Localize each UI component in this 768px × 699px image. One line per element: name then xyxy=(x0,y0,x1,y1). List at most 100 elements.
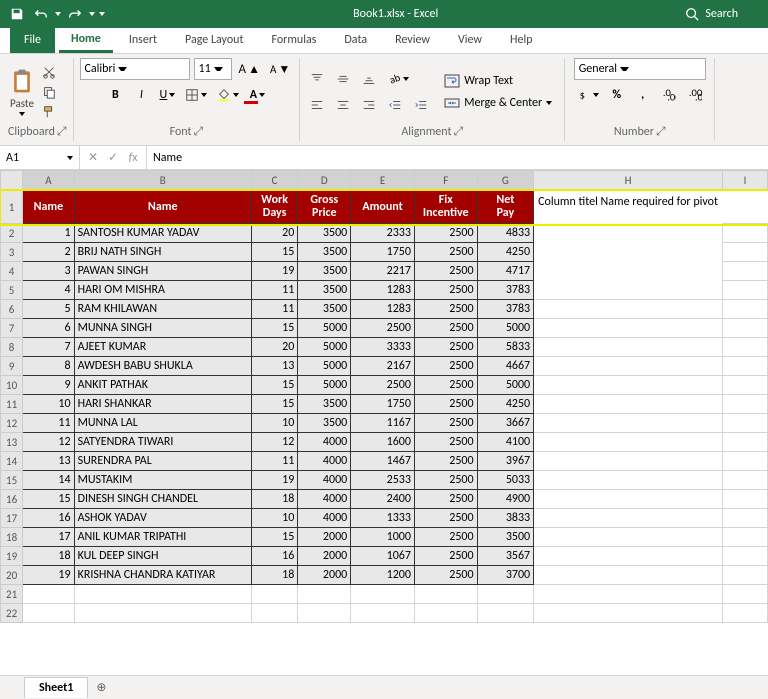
cell[interactable]: 2500 xyxy=(414,224,477,243)
cell[interactable]: 2000 xyxy=(298,528,351,547)
align-middle-icon[interactable] xyxy=(332,68,354,90)
cell[interactable]: RAM KHILAWAN xyxy=(74,300,251,319)
number-format-combo[interactable]: General xyxy=(574,58,706,80)
worksheet-area[interactable]: ABCDEFGHI1NameNameWorkDaysGrossPriceAmou… xyxy=(0,170,768,675)
cell[interactable]: 3500 xyxy=(298,395,351,414)
cell[interactable]: 2500 xyxy=(414,395,477,414)
col-header-G[interactable]: G xyxy=(477,171,534,191)
cell[interactable]: 3333 xyxy=(351,338,415,357)
cell[interactable] xyxy=(298,604,351,623)
cell[interactable]: 2500 xyxy=(351,376,415,395)
cell[interactable]: MUNNA LAL xyxy=(74,414,251,433)
cell[interactable]: 2217 xyxy=(351,262,415,281)
formula-bar[interactable]: Name xyxy=(147,146,768,169)
cell[interactable]: HARI SHANKAR xyxy=(74,395,251,414)
cell[interactable]: 2500 xyxy=(414,509,477,528)
enter-formula-icon[interactable]: ✓ xyxy=(104,150,122,165)
number-launcher-icon[interactable]: ⤢ xyxy=(656,125,666,139)
cell[interactable]: SATYENDRA TIWARI xyxy=(74,433,251,452)
cell[interactable]: KRISHNA CHANDRA KATIYAR xyxy=(74,566,251,585)
cell[interactable]: 5 xyxy=(23,300,74,319)
cell[interactable]: 2500 xyxy=(414,528,477,547)
row-header[interactable]: 21 xyxy=(1,585,23,604)
cell[interactable]: SURENDRA PAL xyxy=(74,452,251,471)
borders-icon[interactable] xyxy=(182,84,210,106)
undo-dropdown[interactable] xyxy=(54,12,62,16)
col-header-B[interactable]: B xyxy=(74,171,251,191)
cell[interactable]: 1000 xyxy=(351,528,415,547)
row-header[interactable]: 16 xyxy=(1,490,23,509)
cell[interactable]: 1600 xyxy=(351,433,415,452)
row-header[interactable]: 3 xyxy=(1,243,23,262)
cell[interactable] xyxy=(251,585,297,604)
cut-icon[interactable] xyxy=(40,63,58,81)
tab-file[interactable]: File xyxy=(10,27,55,53)
row-header[interactable]: 5 xyxy=(1,281,23,300)
cell[interactable]: SANTOSH KUMAR YADAV xyxy=(74,224,251,243)
decrease-indent-icon[interactable] xyxy=(384,94,406,116)
col-header-D[interactable]: D xyxy=(298,171,351,191)
cell[interactable] xyxy=(251,604,297,623)
cell[interactable]: 6 xyxy=(23,319,74,338)
cell[interactable] xyxy=(23,604,74,623)
cell[interactable]: 10 xyxy=(251,414,297,433)
row-header[interactable]: 15 xyxy=(1,471,23,490)
cell[interactable] xyxy=(74,585,251,604)
row-header[interactable]: 4 xyxy=(1,262,23,281)
table-header[interactable]: NetPay xyxy=(477,191,534,224)
cell[interactable]: 2333 xyxy=(351,224,415,243)
cell[interactable]: 3500 xyxy=(298,281,351,300)
cell[interactable]: 18 xyxy=(251,566,297,585)
cell[interactable]: 2000 xyxy=(298,566,351,585)
accounting-format-icon[interactable]: $ xyxy=(574,84,602,106)
bold-button[interactable]: B xyxy=(104,84,126,106)
align-bottom-icon[interactable] xyxy=(358,68,380,90)
cell[interactable]: 9 xyxy=(23,376,74,395)
cell[interactable]: 11 xyxy=(23,414,74,433)
cell[interactable]: 1283 xyxy=(351,281,415,300)
cell[interactable]: 2500 xyxy=(414,357,477,376)
cell[interactable]: 15 xyxy=(251,395,297,414)
cell[interactable]: BRIJ NATH SINGH xyxy=(74,243,251,262)
table-header[interactable]: Name xyxy=(23,191,74,224)
cell[interactable]: 2500 xyxy=(414,414,477,433)
cell[interactable]: 1283 xyxy=(351,300,415,319)
cell[interactable]: 2500 xyxy=(414,338,477,357)
cell[interactable]: KUL DEEP SINGH xyxy=(74,547,251,566)
underline-button[interactable]: U xyxy=(156,84,178,106)
col-header-H[interactable]: H xyxy=(534,171,723,191)
cell[interactable] xyxy=(534,585,723,604)
decrease-font-icon[interactable]: A▼ xyxy=(267,58,293,80)
cell[interactable]: 3783 xyxy=(477,281,534,300)
decrease-decimal-icon[interactable]: .00.0 xyxy=(684,84,706,106)
table-header[interactable]: GrossPrice xyxy=(298,191,351,224)
row-header[interactable]: 9 xyxy=(1,357,23,376)
cancel-formula-icon[interactable]: ✕ xyxy=(84,150,102,165)
cell[interactable]: 13 xyxy=(23,452,74,471)
format-painter-icon[interactable] xyxy=(40,103,58,121)
cell[interactable]: 15 xyxy=(23,490,74,509)
cell[interactable]: 2500 xyxy=(414,376,477,395)
cell[interactable]: 1750 xyxy=(351,395,415,414)
redo-dropdown[interactable] xyxy=(88,12,96,16)
cell[interactable]: 20 xyxy=(251,224,297,243)
row-header[interactable]: 1 xyxy=(1,191,23,224)
paste-button[interactable]: Paste xyxy=(8,67,36,116)
align-top-icon[interactable] xyxy=(306,68,328,90)
cell[interactable]: 2167 xyxy=(351,357,415,376)
cell[interactable]: 15 xyxy=(251,243,297,262)
cell[interactable]: 4100 xyxy=(477,433,534,452)
tab-insert[interactable]: Insert xyxy=(117,27,169,53)
cell[interactable]: 4000 xyxy=(298,490,351,509)
cell[interactable]: 2500 xyxy=(414,566,477,585)
sheet-tab-1[interactable]: Sheet1 xyxy=(24,677,88,698)
fill-color-icon[interactable] xyxy=(214,84,242,106)
cell[interactable]: 2500 xyxy=(414,547,477,566)
row-header[interactable]: 2 xyxy=(1,224,23,243)
cell[interactable]: 3783 xyxy=(477,300,534,319)
search-box[interactable]: Search xyxy=(685,7,738,21)
cell[interactable]: 10 xyxy=(23,395,74,414)
cell[interactable] xyxy=(414,585,477,604)
cell[interactable] xyxy=(298,585,351,604)
row-header[interactable]: 14 xyxy=(1,452,23,471)
